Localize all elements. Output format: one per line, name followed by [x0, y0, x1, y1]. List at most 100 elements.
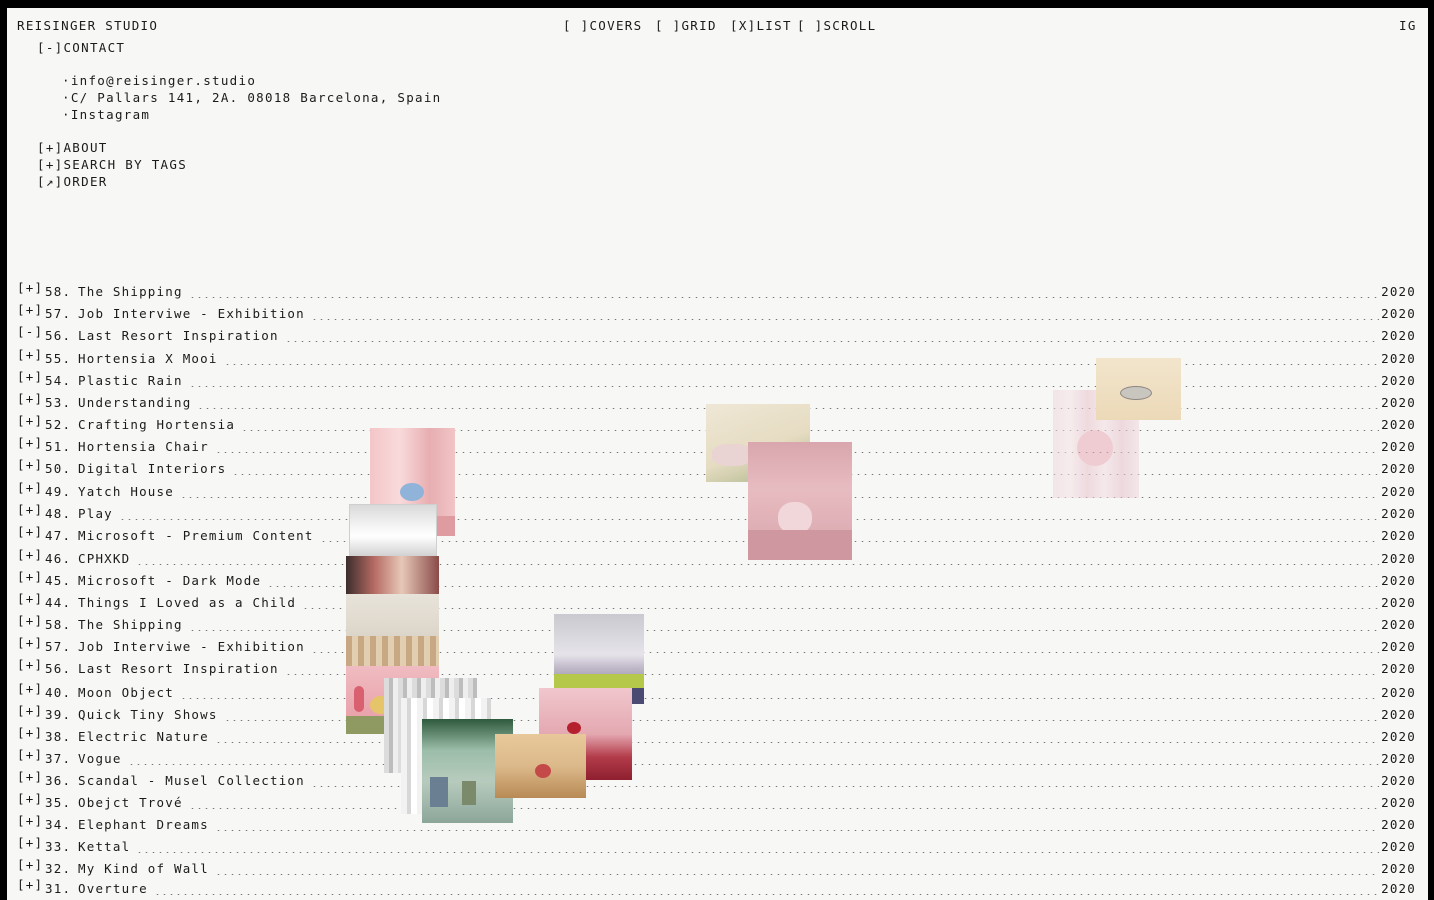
dotted-leader [188, 386, 1380, 387]
instagram-link[interactable]: IG [1399, 19, 1417, 33]
project-row[interactable]: [+] 44. Things I Loved as a Child 2020 [17, 591, 1416, 613]
contact-toggle[interactable]: [-]CONTACT [37, 41, 125, 55]
project-year: 2020 [1381, 685, 1416, 700]
project-row[interactable]: [+] 48. Play 2020 [17, 502, 1416, 524]
project-expand-toggle[interactable]: [+] [17, 369, 45, 384]
project-row[interactable]: [+] 34. Elephant Dreams 2020 [17, 813, 1416, 835]
project-expand-toggle[interactable]: [+] [17, 347, 45, 362]
project-expand-toggle[interactable]: [+] [17, 635, 45, 650]
project-expand-toggle[interactable]: [+] [17, 413, 45, 428]
project-row[interactable]: [+] 46. CPHXKD 2020 [17, 547, 1416, 569]
project-expand-toggle[interactable]: [+] [17, 703, 45, 718]
project-title[interactable]: Elephant Dreams [78, 817, 213, 832]
project-title[interactable]: Play [78, 506, 117, 521]
project-expand-toggle[interactable]: [+] [17, 502, 45, 517]
studio-logo[interactable]: REISINGER STUDIO [17, 19, 158, 33]
project-expand-toggle[interactable]: [+] [17, 613, 45, 628]
project-row[interactable]: [+] 56. Last Resort Inspiration 2020 [17, 657, 1416, 679]
project-title[interactable]: Yatch House [78, 484, 178, 499]
project-expand-toggle[interactable]: [+] [17, 302, 45, 317]
contact-instagram-link[interactable]: ·Instagram [62, 108, 150, 122]
project-expand-toggle[interactable]: [+] [17, 524, 45, 539]
project-row[interactable]: [+] 36. Scandal - Musel Collection 2020 [17, 769, 1416, 791]
project-row[interactable]: [-] 56. Last Resort Inspiration 2020 [17, 324, 1416, 346]
project-title[interactable]: Overture [78, 881, 152, 896]
about-toggle[interactable]: [+]ABOUT [37, 141, 108, 155]
project-expand-toggle[interactable]: [+] [17, 857, 45, 872]
project-row[interactable]: [+] 39. Quick Tiny Shows 2020 [17, 703, 1416, 725]
project-expand-toggle[interactable]: [+] [17, 591, 45, 606]
project-row[interactable]: [+] 57. Job Interviwe - Exhibition 2020 [17, 302, 1416, 324]
project-expand-toggle[interactable]: [+] [17, 457, 45, 472]
project-title[interactable]: Job Interviwe - Exhibition [78, 306, 309, 321]
project-row[interactable]: [+] 55. Hortensia X Mooi 2020 [17, 347, 1416, 369]
project-row[interactable]: [+] 54. Plastic Rain 2020 [17, 369, 1416, 391]
project-title[interactable]: The Shipping [78, 617, 187, 632]
view-list-toggle[interactable]: [X]LIST [730, 19, 792, 33]
view-covers-toggle[interactable]: [ ]COVERS [563, 19, 642, 33]
project-expand-toggle[interactable]: [+] [17, 769, 45, 784]
project-row[interactable]: [+] 58. The Shipping 2020 [17, 280, 1416, 302]
project-expand-toggle[interactable]: [+] [17, 835, 45, 850]
project-title[interactable]: Quick Tiny Shows [78, 707, 222, 722]
project-expand-toggle[interactable]: [+] [17, 791, 45, 806]
project-expand-toggle[interactable]: [+] [17, 569, 45, 584]
project-title[interactable]: Microsoft - Premium Content [78, 528, 318, 543]
project-expand-toggle[interactable]: [+] [17, 725, 45, 740]
project-title[interactable]: Scandal - Musel Collection [78, 773, 309, 788]
project-expand-toggle[interactable]: [+] [17, 547, 45, 562]
project-title[interactable]: Obejct Trové [78, 795, 187, 810]
project-expand-toggle[interactable]: [+] [17, 391, 45, 406]
contact-email-link[interactable]: ·info@reisinger.studio [62, 74, 256, 88]
project-expand-toggle[interactable]: [+] [17, 877, 45, 892]
project-title[interactable]: Hortensia Chair [78, 439, 213, 454]
project-expand-toggle[interactable]: [+] [17, 480, 45, 495]
project-title[interactable]: Last Resort Inspiration [78, 328, 283, 343]
project-expand-toggle[interactable]: [+] [17, 435, 45, 450]
project-title[interactable]: Understanding [78, 395, 195, 410]
project-row[interactable]: [+] 47. Microsoft - Premium Content 2020 [17, 524, 1416, 546]
project-title[interactable]: Job Interviwe - Exhibition [78, 639, 309, 654]
project-title[interactable]: Hortensia X Mooi [78, 351, 222, 366]
project-title[interactable]: Vogue [78, 751, 126, 766]
project-title[interactable]: Last Resort Inspiration [78, 661, 283, 676]
search-tags-toggle[interactable]: [+]SEARCH BY TAGS [37, 158, 187, 172]
project-row[interactable]: [+] 35. Obejct Trové 2020 [17, 791, 1416, 813]
project-expand-toggle[interactable]: [+] [17, 813, 45, 828]
project-row[interactable]: [+] 37. Vogue 2020 [17, 747, 1416, 769]
project-title[interactable]: Things I Loved as a Child [78, 595, 300, 610]
project-title[interactable]: My Kind of Wall [78, 861, 213, 876]
view-grid-toggle[interactable]: [ ]GRID [655, 19, 717, 33]
project-expand-toggle[interactable]: [-] [17, 324, 45, 339]
order-link[interactable]: [↗]ORDER [37, 175, 108, 189]
project-row[interactable]: [+] 45. Microsoft - Dark Mode 2020 [17, 569, 1416, 591]
project-expand-toggle[interactable]: [+] [17, 280, 45, 295]
project-title[interactable]: The Shipping [78, 284, 187, 299]
project-row[interactable]: [+] 32. My Kind of Wall 2020 [17, 857, 1416, 879]
project-title[interactable]: Crafting Hortensia [78, 417, 239, 432]
project-row[interactable]: [+] 33. Kettal 2020 [17, 835, 1416, 857]
project-title[interactable]: Microsoft - Dark Mode [78, 573, 265, 588]
project-year: 2020 [1381, 461, 1416, 476]
project-title[interactable]: Moon Object [78, 685, 178, 700]
view-scroll-toggle[interactable]: [ ]SCROLL [797, 19, 876, 33]
project-row[interactable]: [+] 49. Yatch House 2020 [17, 480, 1416, 502]
project-title[interactable]: Plastic Rain [78, 373, 187, 388]
project-number: 58. [45, 617, 72, 632]
project-row[interactable]: [+] 38. Electric Nature 2020 [17, 725, 1416, 747]
project-expand-toggle[interactable]: [+] [17, 681, 45, 696]
project-title[interactable]: Kettal [78, 839, 134, 854]
project-row[interactable]: [+] 31. Overture 2020 [17, 877, 1416, 899]
dotted-leader [214, 830, 1380, 831]
project-row[interactable]: [+] 57. Job Interviwe - Exhibition 2020 [17, 635, 1416, 657]
project-title[interactable]: CPHXKD [78, 551, 134, 566]
project-expand-toggle[interactable]: [+] [17, 657, 45, 672]
project-row[interactable]: [+] 58. The Shipping 2020 [17, 613, 1416, 635]
project-title[interactable]: Electric Nature [78, 729, 213, 744]
project-year: 2020 [1381, 417, 1416, 432]
project-title[interactable]: Digital Interiors [78, 461, 230, 476]
project-row[interactable]: [+] 40. Moon Object 2020 [17, 681, 1416, 703]
project-thumbnail [1096, 358, 1181, 420]
project-expand-toggle[interactable]: [+] [17, 747, 45, 762]
project-year: 2020 [1381, 729, 1416, 744]
